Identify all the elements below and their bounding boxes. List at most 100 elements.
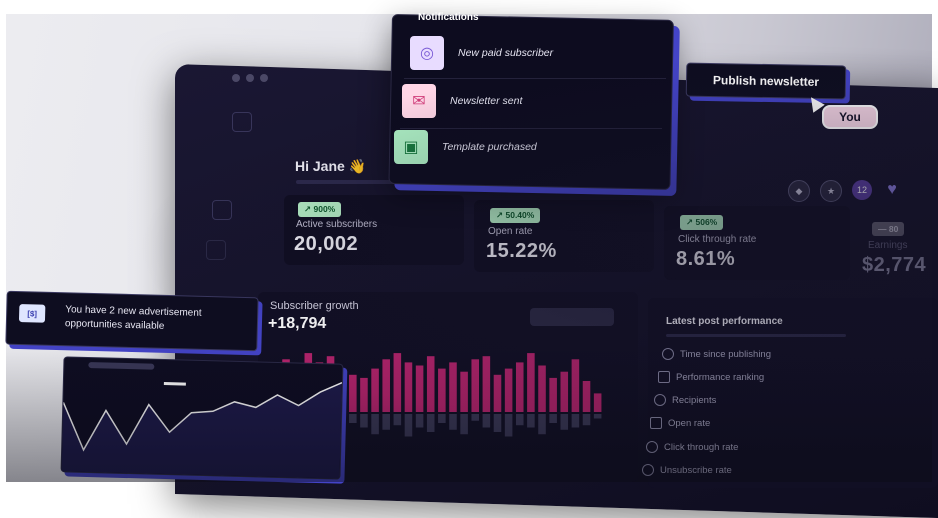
notification-divider — [404, 78, 666, 79]
growth-bar-negative — [538, 414, 546, 435]
badge-icon: ◆ — [788, 180, 810, 202]
notifications-title: Notifications — [418, 12, 479, 23]
advertisement-text: You have 2 new advertisement opportuniti… — [64, 304, 202, 332]
stat-card-open-rate[interactable]: ↗ 50.40% Open rate 15.22% — [474, 200, 654, 272]
growth-bar — [549, 377, 557, 412]
growth-bar — [438, 368, 446, 412]
mini-area-chart — [61, 381, 343, 479]
notification-item[interactable]: ▣ Template purchased — [394, 130, 537, 164]
growth-bar — [449, 362, 457, 412]
growth-bar — [515, 362, 524, 412]
mail-icon: ✉ — [402, 84, 436, 118]
notification-item[interactable]: ◎ New paid subscriber — [410, 36, 553, 70]
growth-bar — [349, 374, 357, 412]
growth-bar — [482, 356, 491, 412]
stat-label: Earnings — [868, 240, 908, 251]
stat-card-subscribers[interactable]: ↗ 900% Active subscribers 20,002 — [284, 195, 464, 265]
money-icon: [$] — [18, 304, 46, 323]
growth-bar-negative — [549, 414, 557, 423]
user-minus-icon — [642, 464, 654, 476]
cursor-label: You — [822, 105, 878, 129]
stat-badge: ↗ 506% — [680, 215, 724, 230]
performance-title: Latest post performance — [666, 316, 783, 327]
hourglass-icon — [658, 371, 670, 383]
growth-bar-negative — [527, 414, 535, 428]
stat-value: 15.22% — [486, 240, 557, 262]
home-icon[interactable] — [232, 112, 252, 132]
growth-bar-negative — [382, 414, 390, 430]
growth-bar-negative — [393, 414, 402, 426]
publish-newsletter-button[interactable]: Publish newsletter — [685, 62, 847, 100]
window-controls — [232, 74, 268, 82]
growth-bar — [493, 374, 502, 412]
growth-bar — [560, 371, 569, 412]
stat-label: Click through rate — [678, 234, 757, 245]
growth-value: +18,794 — [268, 315, 327, 332]
box-icon: ▣ — [394, 130, 428, 164]
growth-bar — [415, 365, 424, 412]
stat-value: 8.61% — [676, 248, 736, 270]
performance-item[interactable]: Click through rate — [646, 441, 738, 453]
growth-bar — [426, 356, 435, 412]
edit-icon[interactable] — [212, 200, 232, 220]
greeting: Hi Jane 👋 — [295, 158, 367, 174]
notification-item[interactable]: ✉ Newsletter sent — [402, 84, 522, 118]
user-icon: ◎ — [410, 36, 444, 70]
stat-card-earnings[interactable]: — 80 Earnings $2,774 — [858, 212, 938, 286]
notification-divider — [400, 128, 662, 129]
growth-bar — [527, 353, 535, 412]
growth-bar — [460, 371, 468, 412]
growth-bar — [504, 368, 513, 412]
growth-bar — [371, 368, 379, 412]
growth-bar-negative — [571, 414, 580, 428]
stat-value: $2,774 — [862, 254, 927, 276]
date-range-select[interactable] — [530, 308, 614, 326]
mini-chart-card — [60, 356, 344, 480]
growth-bar-negative — [482, 414, 491, 428]
growth-bar-negative — [426, 414, 435, 432]
performance-item[interactable]: Performance ranking — [658, 371, 764, 383]
growth-bar — [593, 393, 602, 412]
stat-card-click-rate[interactable]: ↗ 506% Click through rate 8.61% — [664, 206, 850, 280]
badge-icons: ◆ ★ 12 ♥ — [788, 180, 902, 202]
performance-divider — [666, 334, 846, 337]
growth-bar-negative — [582, 414, 591, 426]
growth-bar-negative — [349, 414, 357, 423]
growth-bar-negative — [438, 414, 446, 423]
growth-bar-negative — [415, 414, 424, 428]
mini-chart-area — [61, 382, 342, 479]
growth-bar-negative — [493, 414, 502, 432]
badge-icon: ★ — [820, 180, 842, 202]
stat-value: 20,002 — [294, 233, 359, 255]
stat-label: Active subscribers — [296, 219, 378, 230]
cursor-click-icon — [646, 441, 658, 453]
growth-bar-negative — [404, 414, 413, 437]
growth-bar — [582, 381, 591, 412]
growth-bar-negative — [371, 414, 379, 435]
clock-icon — [662, 348, 674, 360]
growth-bar-negative — [460, 414, 468, 435]
nav-icon[interactable] — [206, 240, 226, 260]
stat-badge: — 80 — [872, 222, 905, 236]
growth-bar-negative — [471, 414, 480, 421]
growth-bar-negative — [593, 414, 602, 419]
growth-bar-negative — [515, 414, 524, 426]
growth-bar-negative — [449, 414, 457, 430]
heart-icon: ♥ — [887, 181, 897, 198]
growth-title: Subscriber growth — [270, 300, 359, 312]
performance-item[interactable]: Time since publishing — [662, 348, 771, 360]
performance-item[interactable]: Open rate — [650, 417, 710, 429]
growth-bar — [538, 365, 546, 412]
performance-item[interactable]: Recipients — [654, 394, 716, 406]
advertisement-toast[interactable]: [$] You have 2 new advertisement opportu… — [5, 290, 259, 352]
performance-item[interactable]: Unsubscribe rate — [642, 464, 732, 476]
growth-bar — [393, 353, 402, 412]
growth-bar-negative — [504, 414, 513, 437]
growth-bar-negative — [360, 414, 368, 428]
growth-bar — [404, 362, 413, 412]
envelope-open-icon — [650, 417, 662, 429]
growth-bar — [360, 377, 368, 412]
badge-icon: 12 — [852, 180, 872, 200]
users-icon — [654, 394, 666, 406]
growth-bar — [571, 359, 580, 412]
